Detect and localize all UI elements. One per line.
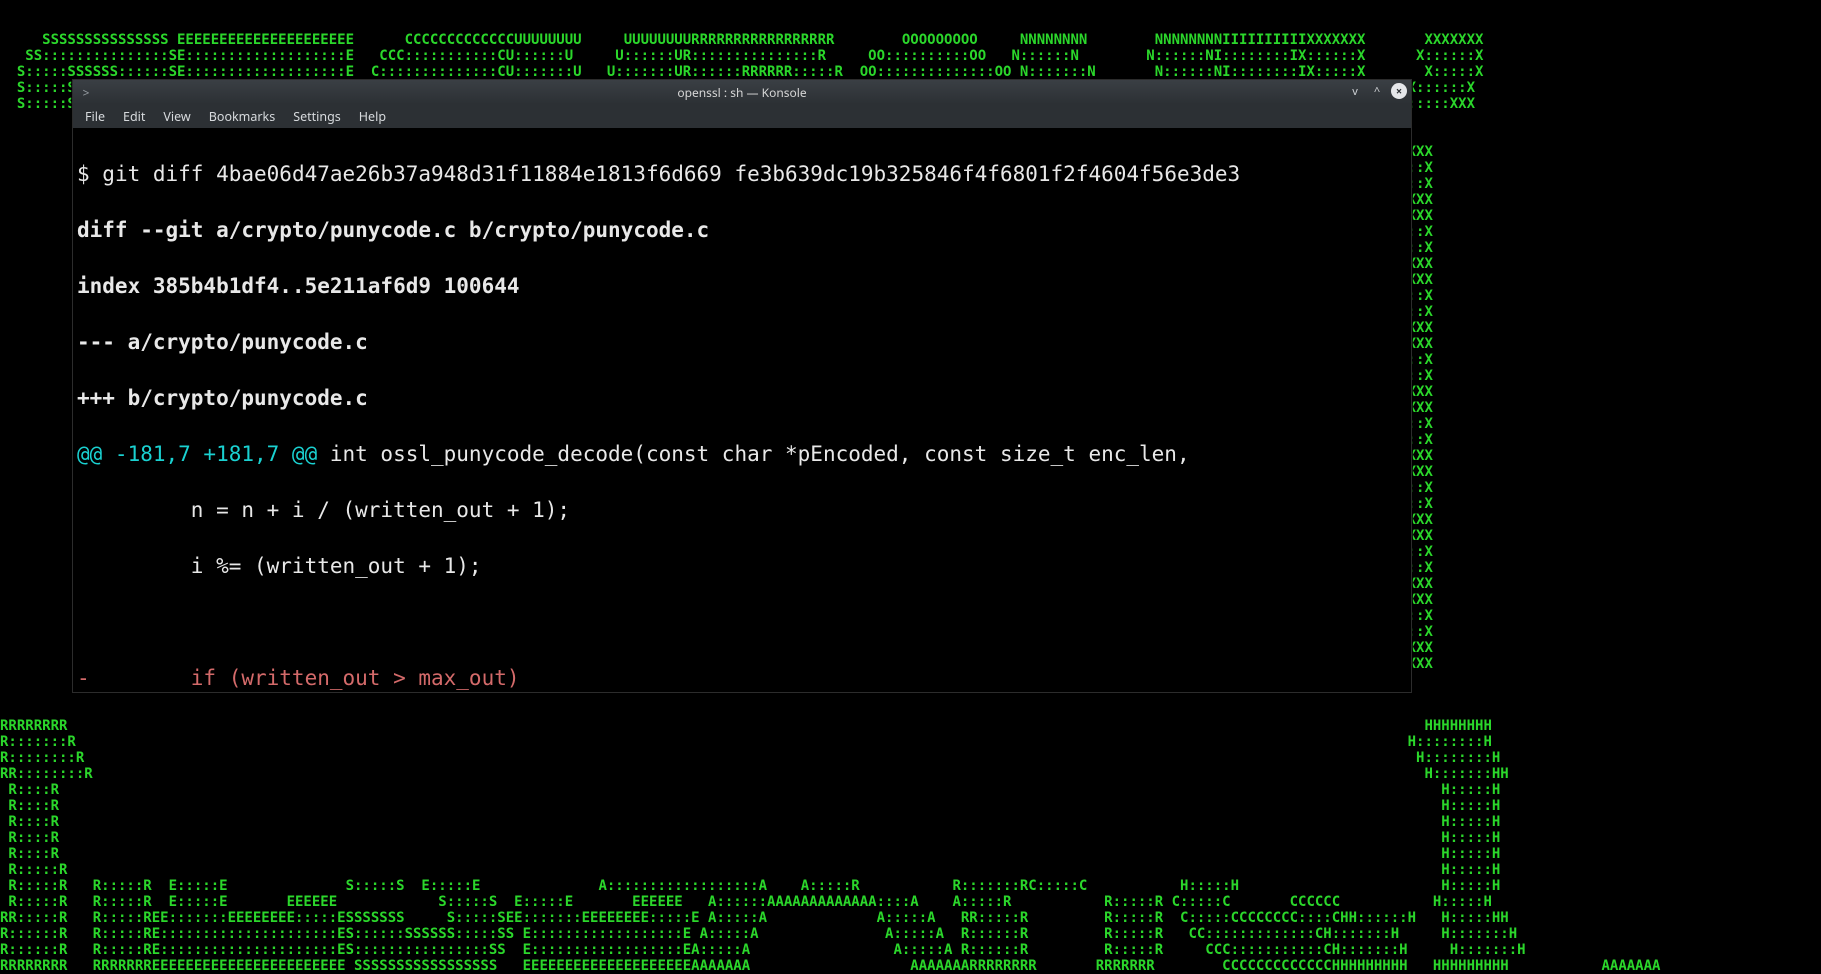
menu-view[interactable]: View [155, 105, 198, 128]
konsole-window: > openssl : sh — Konsole v ^ × File Edit… [72, 79, 1412, 693]
diff-blank-line [77, 608, 1407, 636]
diff-header-index: index 385b4b1df4..5e211af6d9 100644 [77, 272, 1407, 300]
menu-edit[interactable]: Edit [115, 105, 153, 128]
menu-bookmarks[interactable]: Bookmarks [201, 105, 283, 128]
diff-removed-line: - if (written_out > max_out) [77, 664, 1407, 692]
diff-context-line: i %= (written_out + 1); [77, 552, 1407, 580]
diff-header-file: diff --git a/crypto/punycode.c b/crypto/… [77, 216, 1407, 244]
diff-old-file: --- a/crypto/punycode.c [77, 328, 1407, 356]
terminal[interactable]: $ git diff 4bae06d47ae26b37a948d31f11884… [73, 128, 1411, 692]
prompt: $ [77, 162, 102, 186]
diff-hunk-signature: int ossl_punycode_decode(const char *pEn… [317, 442, 1189, 466]
menu-file[interactable]: File [77, 105, 113, 128]
menubar: File Edit View Bookmarks Settings Help [73, 104, 1411, 128]
window-titlebar[interactable]: > openssl : sh — Konsole v ^ × [73, 80, 1411, 104]
diff-hunk-range: @@ -181,7 +181,7 @@ [77, 442, 317, 466]
diff-context-line: n = n + i / (written_out + 1); [77, 496, 1407, 524]
window-menu-icon[interactable]: > [79, 85, 93, 99]
menu-settings[interactable]: Settings [285, 105, 349, 128]
minimize-button[interactable]: v [1347, 83, 1363, 99]
diff-new-file: +++ b/crypto/punycode.c [77, 384, 1407, 412]
maximize-button[interactable]: ^ [1369, 83, 1385, 99]
close-button[interactable]: × [1391, 83, 1407, 99]
window-title: openssl : sh — Konsole [677, 84, 806, 101]
command-text: git diff 4bae06d47ae26b37a948d31f11884e1… [102, 162, 1240, 186]
menu-help[interactable]: Help [351, 105, 394, 128]
